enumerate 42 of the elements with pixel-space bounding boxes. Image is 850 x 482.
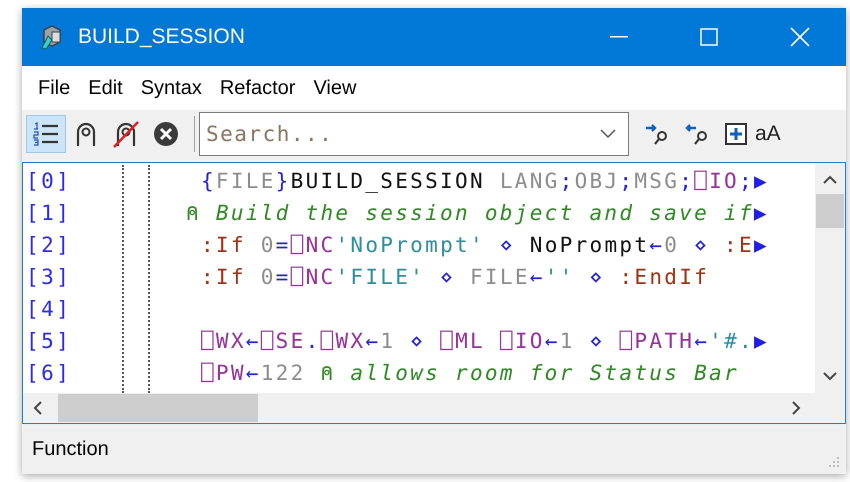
vertical-scrollbar[interactable] bbox=[815, 163, 845, 393]
menu-item[interactable]: File bbox=[32, 73, 76, 103]
match-case-button[interactable]: aA bbox=[755, 115, 781, 153]
close-icon bbox=[153, 121, 179, 147]
menu-item[interactable]: View bbox=[307, 73, 362, 103]
maximize-icon bbox=[700, 28, 718, 46]
line-number: [5] bbox=[25, 328, 72, 355]
code-line: :If 0=⎕NC'NoPrompt' ⋄ NoPrompt←0 ⋄ :E▶ bbox=[200, 232, 770, 259]
menu-item[interactable]: Refactor bbox=[214, 73, 302, 103]
numbered-list-icon bbox=[33, 121, 59, 147]
chevron-down-icon bbox=[600, 129, 616, 139]
chevron-right-icon bbox=[792, 401, 801, 415]
chevron-up-icon bbox=[823, 175, 837, 184]
line-number: [1] bbox=[25, 200, 72, 227]
window-title: BUILD_SESSION bbox=[78, 24, 245, 50]
code-line: ⍝ Build the session object and save if▶ bbox=[186, 200, 770, 227]
menu-item[interactable]: Edit bbox=[82, 73, 129, 103]
plus-box-icon bbox=[725, 123, 747, 145]
minimize-icon bbox=[610, 36, 628, 38]
horizontal-scrollbar[interactable] bbox=[23, 393, 845, 423]
line-number: [4] bbox=[25, 296, 72, 323]
code-line: {FILE}BUILD_SESSION LANG;OBJ;MSG;⎕IO;▶ bbox=[200, 168, 770, 195]
scrollbar-thumb[interactable] bbox=[816, 194, 844, 228]
line-number: [2] bbox=[25, 232, 72, 259]
scrollbar-thumb[interactable] bbox=[58, 394, 258, 422]
line-number: [3] bbox=[25, 264, 72, 291]
line-number: [0] bbox=[25, 168, 72, 195]
chevron-down-icon bbox=[823, 372, 837, 381]
menu-item[interactable]: Syntax bbox=[134, 73, 208, 103]
arrow-magnifier-icon bbox=[685, 122, 709, 146]
line-number: [6] bbox=[25, 360, 72, 387]
code-line: ⎕PW←122 ⍝ allows room for Status Bar bbox=[200, 360, 740, 387]
arch-icon bbox=[75, 121, 97, 147]
line-numbers-button[interactable] bbox=[26, 115, 66, 153]
chevron-left-icon bbox=[33, 401, 42, 415]
resize-grip-icon[interactable] bbox=[828, 456, 840, 468]
code-line: ⎕WX←⎕SE.⎕WX←1 ⋄ ⎕ML ⎕IO←1 ⋄ ⎕PATH←'#.▶ bbox=[200, 328, 770, 355]
crossed-arch-icon bbox=[112, 120, 140, 148]
status-text: Function bbox=[32, 437, 109, 462]
close-icon bbox=[790, 27, 810, 47]
arrow-magnifier-icon bbox=[645, 122, 669, 146]
code-line: :If 0=⎕NC'FILE' ⋄ FILE←'' ⋄ :EndIf bbox=[200, 264, 710, 291]
